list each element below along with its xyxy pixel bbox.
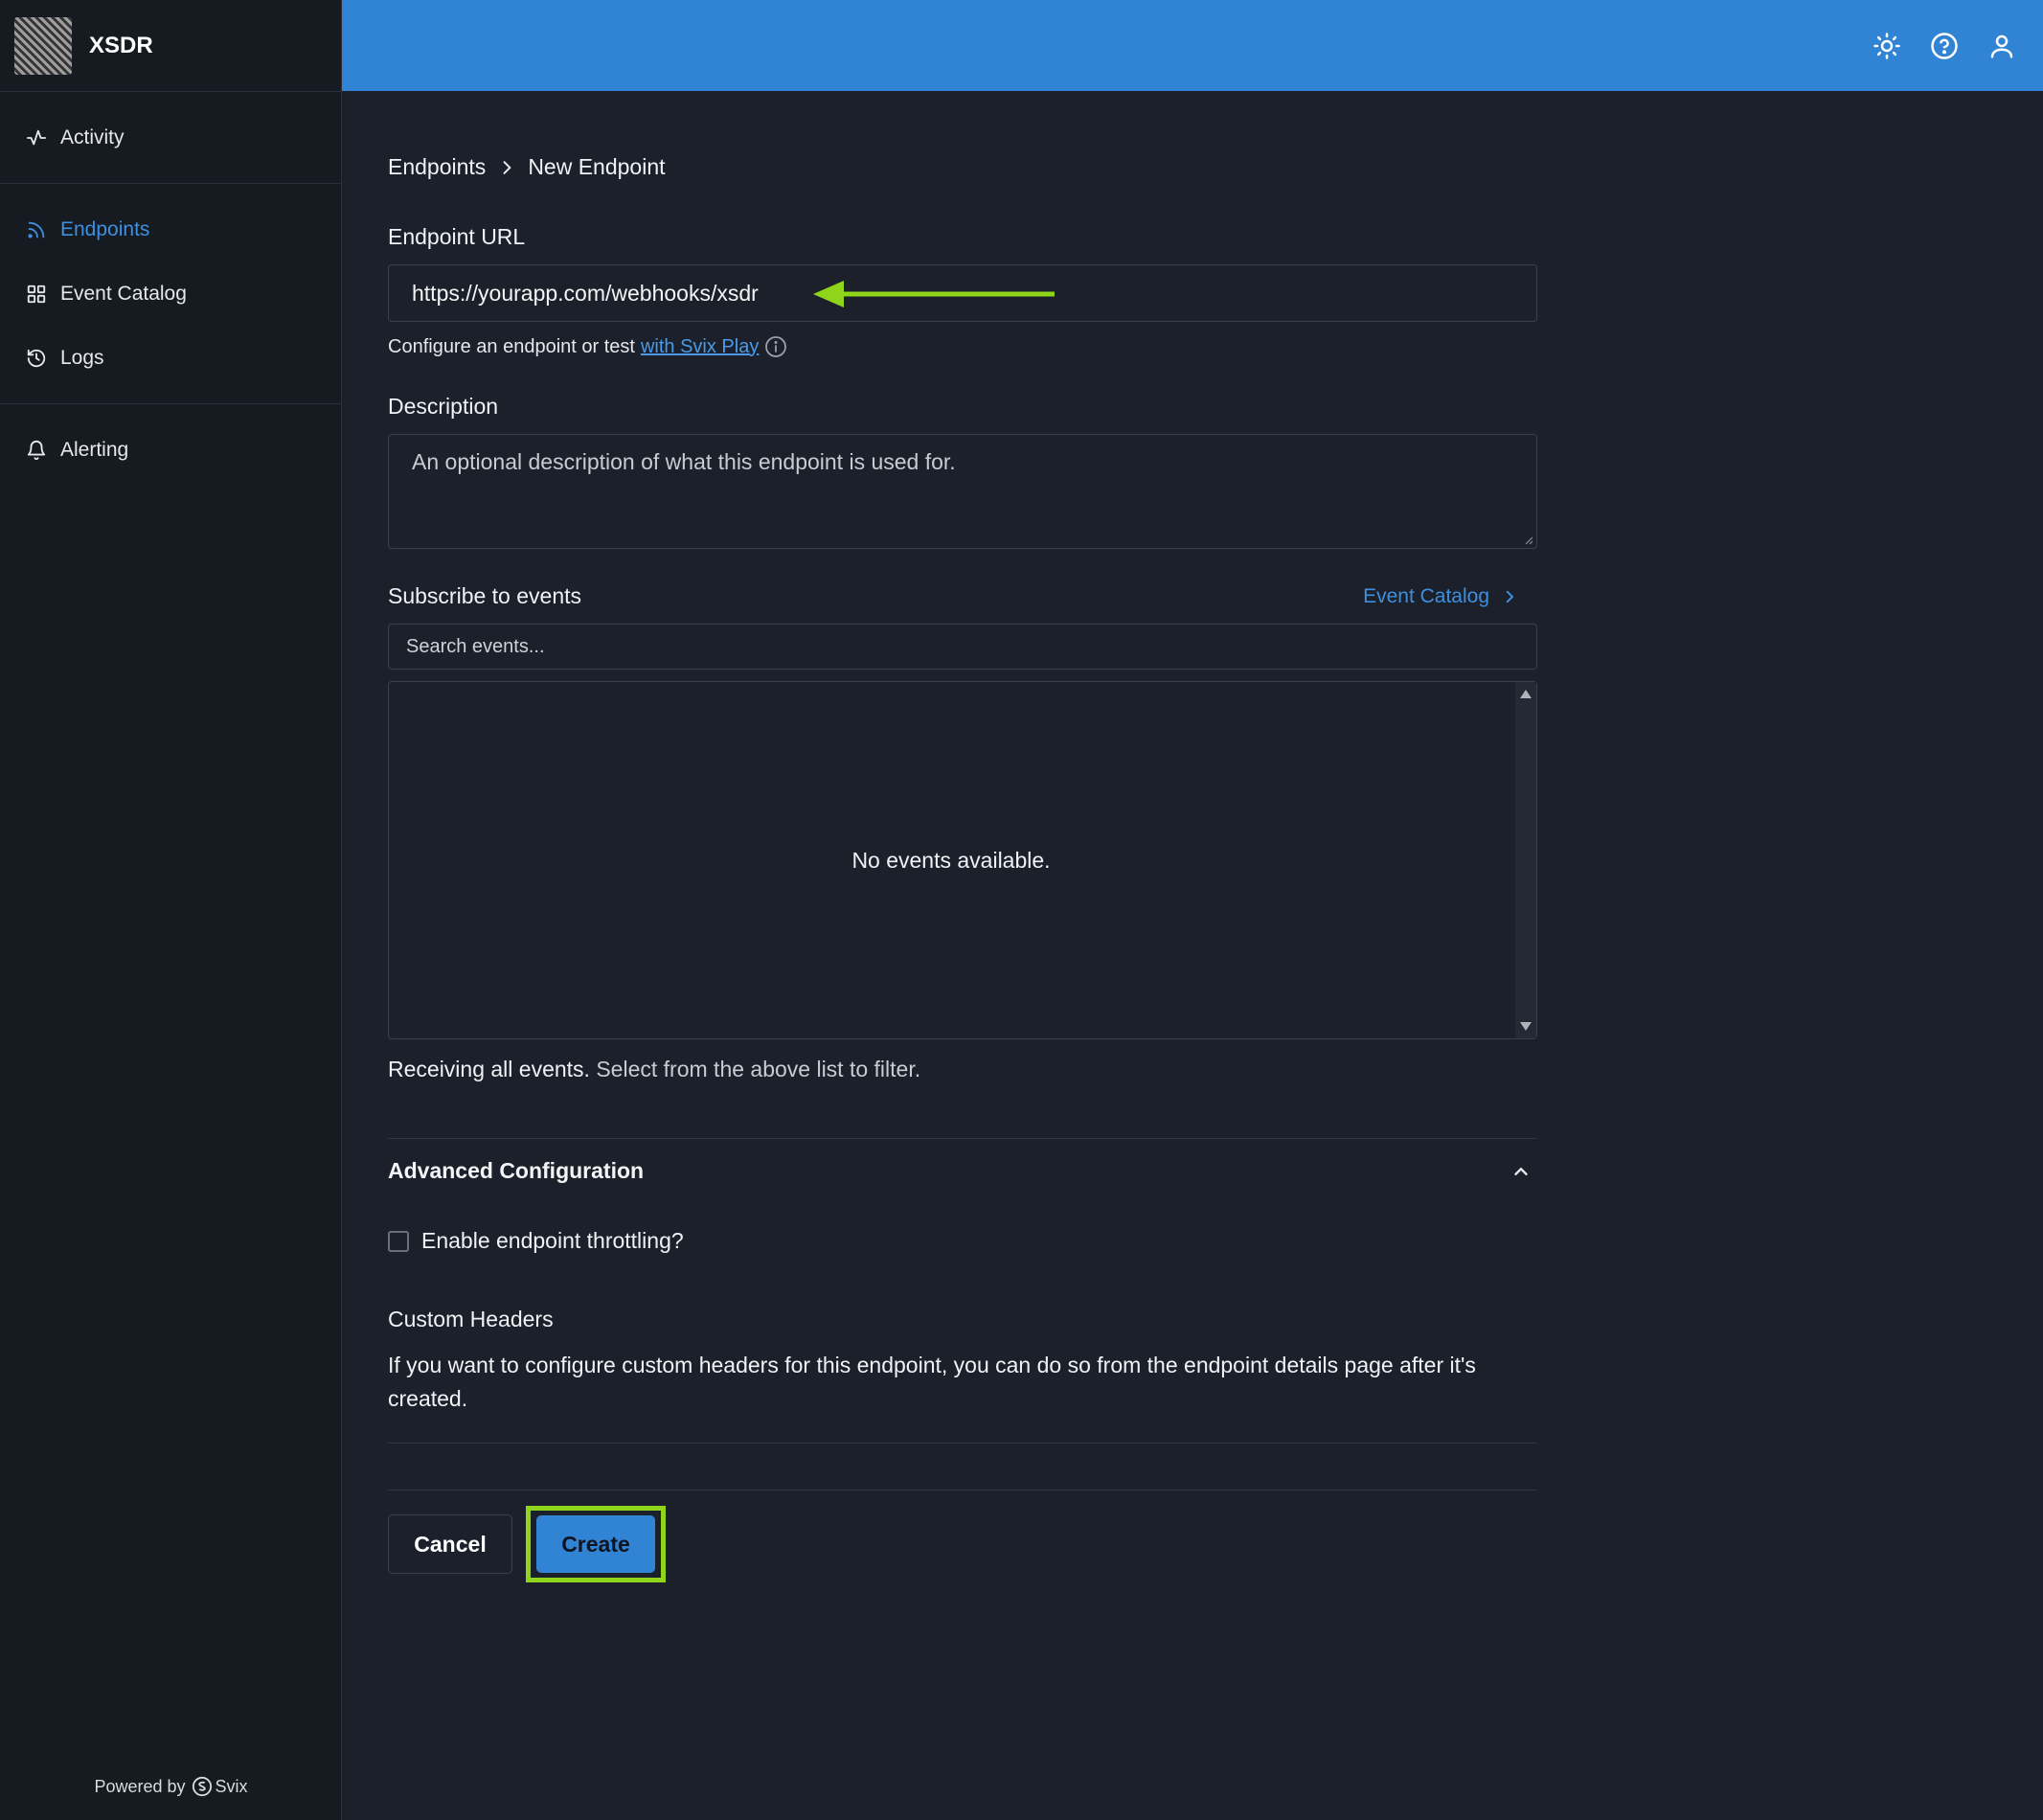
- receiving-strong: Receiving all events.: [388, 1057, 590, 1081]
- activity-icon: [26, 129, 47, 145]
- sidebar: XSDR Activity Endpoints Event Catalog Lo…: [0, 0, 342, 1820]
- breadcrumb-endpoints-link[interactable]: Endpoints: [388, 154, 486, 180]
- scroll-down-icon[interactable]: [1520, 1022, 1532, 1031]
- scroll-up-icon[interactable]: [1520, 690, 1532, 698]
- breadcrumb: Endpoints New Endpoint: [388, 154, 1537, 180]
- throttling-option: Enable endpoint throttling?: [388, 1228, 1537, 1254]
- advanced-config-toggle[interactable]: Advanced Configuration: [388, 1138, 1537, 1184]
- endpoint-url-label: Endpoint URL: [388, 224, 526, 249]
- chevron-right-icon: [503, 160, 512, 174]
- main-content: Endpoints New Endpoint Endpoint URL http…: [388, 91, 1537, 1582]
- breadcrumb-current: New Endpoint: [528, 154, 666, 179]
- endpoint-url-placeholder: https://yourapp.com/webhooks/xsdr: [412, 280, 759, 306]
- events-list: No events available.: [388, 681, 1537, 1039]
- form-actions: Cancel Create: [388, 1506, 1537, 1582]
- subscribe-label: Subscribe to events: [388, 583, 582, 608]
- sidebar-item-activity[interactable]: Activity: [0, 105, 341, 170]
- nav-group-main: Endpoints Event Catalog Logs: [0, 184, 341, 404]
- svix-logo-icon: [192, 1776, 212, 1797]
- advanced-config-title: Advanced Configuration: [388, 1158, 645, 1183]
- top-bar: [342, 0, 2043, 91]
- description-textarea[interactable]: An optional description of what this end…: [388, 434, 1537, 549]
- app-name: XSDR: [89, 32, 153, 58]
- events-scrollbar[interactable]: [1515, 682, 1536, 1038]
- sidebar-item-alerting[interactable]: Alerting: [0, 418, 341, 482]
- endpoint-url-hint: Configure an endpoint or test with Svix …: [388, 335, 1537, 358]
- sidebar-item-label: Logs: [60, 346, 104, 369]
- cancel-button[interactable]: Cancel: [388, 1514, 512, 1574]
- info-icon[interactable]: [764, 335, 787, 358]
- sidebar-item-label: Endpoints: [60, 217, 150, 240]
- receiving-rest: Select from the above list to filter.: [589, 1057, 921, 1081]
- theme-toggle-button[interactable]: [1871, 30, 1903, 62]
- user-icon: [1990, 34, 2013, 57]
- grid-icon: [27, 284, 46, 303]
- nav-group-alerting: Alerting: [0, 404, 341, 495]
- custom-headers-title: Custom Headers: [388, 1307, 554, 1331]
- throttling-label[interactable]: Enable endpoint throttling?: [421, 1228, 684, 1254]
- user-menu-button[interactable]: [1986, 30, 2018, 62]
- event-catalog-link-label: Event Catalog: [1363, 584, 1489, 607]
- app-logo: [14, 16, 72, 75]
- powered-by-brand: Svix: [215, 1776, 248, 1796]
- svix-play-link[interactable]: with Svix Play: [641, 336, 759, 358]
- search-events-input[interactable]: Search events...: [388, 624, 1537, 670]
- search-placeholder: Search events...: [406, 635, 545, 657]
- chevron-right-icon: [1506, 590, 1514, 603]
- endpoint-url-input[interactable]: https://yourapp.com/webhooks/xsdr: [388, 264, 1537, 322]
- subscribe-row: Subscribe to events Event Catalog: [388, 583, 1537, 609]
- divider: [388, 1443, 1537, 1444]
- create-button[interactable]: Create: [536, 1515, 655, 1573]
- brand[interactable]: XSDR: [0, 0, 341, 92]
- sidebar-item-logs[interactable]: Logs: [0, 326, 341, 390]
- resize-handle-icon[interactable]: [1524, 535, 1533, 545]
- theme-toggle-icon: [1873, 32, 1900, 59]
- receiving-status: Receiving all events. Select from the ab…: [388, 1057, 1537, 1082]
- hint-text: Configure an endpoint or test: [388, 335, 635, 357]
- chevron-up-icon: [1514, 1167, 1528, 1175]
- sidebar-item-endpoints[interactable]: Endpoints: [0, 197, 341, 262]
- nav-group-activity: Activity: [0, 92, 341, 184]
- custom-headers-text: If you want to configure custom headers …: [388, 1353, 1476, 1411]
- sidebar-item-label: Event Catalog: [60, 282, 187, 305]
- event-catalog-link[interactable]: Event Catalog: [1363, 585, 1537, 608]
- sidebar-item-label: Alerting: [60, 438, 129, 461]
- annotation-arrow-icon: [813, 281, 1055, 307]
- sidebar-item-label: Activity: [60, 125, 125, 148]
- powered-by[interactable]: Powered by Svix: [0, 1776, 342, 1797]
- help-icon: [1931, 32, 1958, 59]
- description-placeholder: An optional description of what this end…: [412, 449, 956, 474]
- history-icon: [27, 349, 46, 367]
- throttling-checkbox[interactable]: [388, 1230, 409, 1252]
- help-button[interactable]: [1928, 30, 1961, 62]
- description-label: Description: [388, 394, 499, 419]
- rss-icon: [28, 221, 45, 239]
- create-highlight-frame: Create: [526, 1506, 666, 1582]
- bell-icon: [27, 440, 46, 460]
- powered-by-prefix: Powered by: [94, 1776, 186, 1796]
- empty-state-text: No events available.: [851, 847, 1051, 873]
- sidebar-item-event-catalog[interactable]: Event Catalog: [0, 262, 341, 326]
